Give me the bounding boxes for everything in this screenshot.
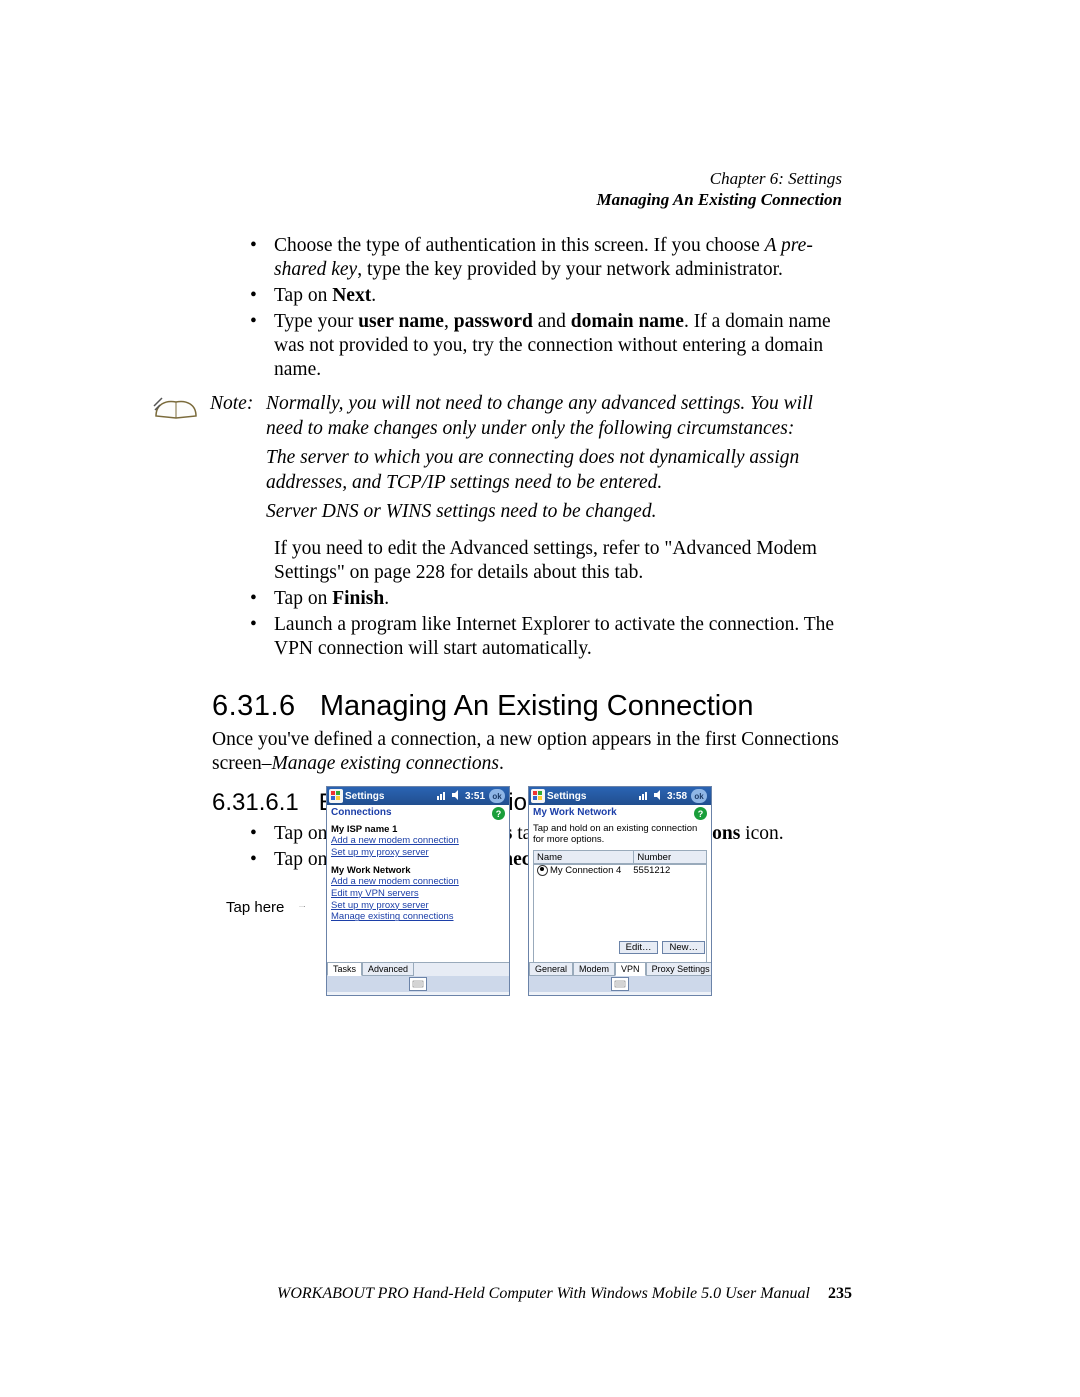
keyboard-icon[interactable]	[611, 977, 629, 991]
help-icon[interactable]: ?	[492, 807, 505, 820]
new-button[interactable]: New…	[662, 941, 705, 954]
keyboard-icon[interactable]	[409, 977, 427, 991]
window-title: Settings	[345, 791, 435, 802]
text: Choose the type of authentication in thi…	[274, 235, 765, 256]
bullet-item: Launch a program like Internet Explorer …	[212, 613, 840, 661]
link[interactable]: Add a new modem connection	[331, 876, 505, 888]
note-line: Normally, you will not need to change an…	[266, 392, 840, 442]
edit-button[interactable]: Edit…	[619, 941, 659, 954]
windows-flag-icon[interactable]	[329, 789, 343, 803]
bold-text: domain name	[571, 311, 684, 332]
instruction-text: Tap and hold on an existing connection f…	[533, 824, 707, 846]
speaker-icon	[653, 790, 663, 803]
text: Type your	[274, 311, 358, 332]
text: Tap on	[274, 285, 332, 306]
bold-text: Next	[332, 285, 371, 306]
tab-tasks[interactable]: Tasks	[327, 962, 362, 976]
bullet-item: Choose the type of authentication in thi…	[212, 234, 840, 282]
heading-title: Managing An Existing Connection	[320, 690, 754, 722]
footer-text: WORKABOUT PRO Hand-Held Computer With Wi…	[277, 1285, 810, 1302]
bullet-item: Type your user name, password and domain…	[212, 310, 840, 382]
paragraph: If you need to edit the Advanced setting…	[212, 537, 840, 585]
text: Tap on	[274, 849, 332, 870]
note-label: Note:	[210, 392, 266, 417]
link[interactable]: Set up my proxy server	[331, 900, 505, 912]
link-manage-existing[interactable]: Manage existing connections	[331, 911, 505, 923]
arrow-right-icon	[278, 906, 326, 907]
pda-screenshot-left: Settings 3:51 ok Connections ? My ISP na…	[326, 786, 510, 996]
tab-advanced[interactable]: Advanced	[362, 962, 414, 976]
callout-label: Tap here	[226, 899, 284, 916]
heading-3: 6.31.6.1 Editing A Connection	[212, 788, 840, 818]
note-line: Server DNS or WINS settings need to be c…	[266, 500, 840, 525]
text: , type the key provided by your network …	[357, 259, 783, 280]
text: .	[371, 285, 376, 306]
chapter-label: Chapter 6: Settings	[597, 168, 842, 189]
heading-number: 6.31.6	[212, 690, 296, 722]
note-body: Normally, you will not need to change an…	[266, 392, 840, 529]
cell-name[interactable]: My Connection 4	[550, 865, 621, 876]
heading-number: 6.31.6.1	[212, 789, 299, 816]
bullet-item: Tap on Finish.	[212, 587, 840, 611]
clock: 3:51	[465, 791, 485, 802]
note-line: The server to which you are connecting d…	[266, 446, 840, 496]
ok-button[interactable]: ok	[691, 789, 707, 803]
signal-icon	[639, 790, 649, 803]
emphasis: Manage existing connections	[272, 753, 499, 774]
speaker-icon	[451, 790, 461, 803]
group-title: My ISP name 1	[331, 824, 505, 835]
panel-title: Connections	[331, 807, 392, 820]
signal-icon	[437, 790, 447, 803]
text: .	[499, 753, 504, 774]
paragraph: Once you've defined a connection, a new …	[212, 728, 840, 776]
radio-selected-icon[interactable]	[537, 865, 548, 876]
tab-general[interactable]: General	[529, 962, 573, 976]
note-book-icon	[152, 392, 200, 430]
ok-button[interactable]: ok	[489, 789, 505, 803]
bold-text: password	[454, 311, 533, 332]
text: and	[533, 311, 571, 332]
text: Tap on	[274, 823, 332, 844]
clock: 3:58	[667, 791, 687, 802]
window-title: Settings	[547, 791, 637, 802]
link[interactable]: Add a new modem connection	[331, 835, 505, 847]
section-label: Managing An Existing Connection	[597, 189, 842, 210]
text: icon.	[740, 823, 783, 844]
bold-text: user name	[358, 311, 444, 332]
text: Tap on	[274, 588, 332, 609]
tab-vpn[interactable]: VPN	[615, 962, 646, 976]
bullet-item: Tap on Settings>Connections tab. Tap on …	[212, 822, 840, 846]
link[interactable]: Edit my VPN servers	[331, 888, 505, 900]
bullet-item: Tap on Next.	[212, 284, 840, 308]
panel-title: My Work Network	[533, 807, 617, 820]
tab-proxy-settings[interactable]: Proxy Settings	[646, 962, 711, 976]
tab-modem[interactable]: Modem	[573, 962, 615, 976]
bold-text: Finish	[332, 588, 384, 609]
windows-flag-icon[interactable]	[531, 789, 545, 803]
page-number: 235	[828, 1285, 852, 1302]
pda-screenshot-right: Settings 3:58 ok My Work Network ? Tap a…	[528, 786, 712, 996]
bullet-item: Tap on Manage existing connections.	[212, 848, 840, 872]
help-icon[interactable]: ?	[694, 807, 707, 820]
group-title: My Work Network	[331, 865, 505, 876]
link[interactable]: Set up my proxy server	[331, 847, 505, 859]
heading-2: 6.31.6 Managing An Existing Connection	[212, 689, 840, 725]
text: ,	[444, 311, 454, 332]
cell-number: 5551212	[633, 865, 670, 876]
text: .	[384, 588, 389, 609]
